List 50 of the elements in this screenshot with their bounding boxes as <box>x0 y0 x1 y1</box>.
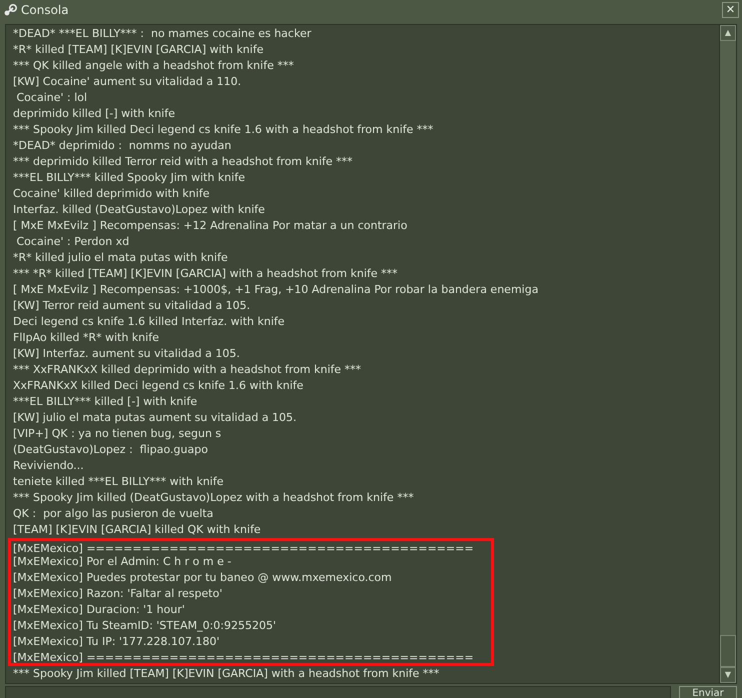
console-line: [KW] Interfaz. aument su vitalidad a 105. <box>12 346 241 362</box>
console-line: *** *R* killed [TEAM] [K]EVIN [GARCIA] with a headshot from knife *** <box>12 266 399 282</box>
submit-button[interactable]: Enviar <box>679 686 737 698</box>
scrollbar-thumb[interactable] <box>720 635 736 667</box>
console-line: Deci legend cs knife 1.6 killed Interfaz. with knife <box>12 314 286 330</box>
console-line: [MxEMexico] Tu IP: '177.228.107.180' <box>8 634 494 650</box>
console-line: (DeatGustavo)Lopez : flipao.guapo <box>12 442 209 458</box>
console-line: XxFRANKxX killed Deci legend cs knife 1.6 with knife <box>12 378 304 394</box>
console-line: [KW] Cocaine' aument su vitalidad a 110. <box>12 74 242 90</box>
console-line: *** XxFRANKxX killed deprimido with a headshot from knife *** <box>12 362 362 378</box>
console-line: teniete killed ***EL BILLY*** with knife <box>12 474 224 490</box>
console-line: *** Spooky Jim killed (DeatGustavo)Lopez with a headshot from knife *** <box>12 490 415 506</box>
console-line: [MxEMexico] Duracion: '1 hour' <box>8 602 494 618</box>
scroll-up-button[interactable]: ▲ <box>720 25 736 41</box>
console-line: ***EL BILLY*** killed [-] with knife <box>12 394 198 410</box>
console-line: [TEAM] [K]EVIN [GARCIA] killed QK with knife <box>12 522 262 538</box>
console-line: [KW] julio el mata putas aument su vitalidad a 105. <box>12 410 298 426</box>
console-line: Cocaine' : Perdon xd <box>15 234 130 250</box>
console-line: [VIP+] QK : ya no tienen bug, segun s <box>12 426 222 442</box>
console-line: QK : por algo las pusieron de vuelta <box>12 506 214 522</box>
console-line: deprimido killed [-] with knife <box>12 106 176 122</box>
console-line: [MxEMexico] ========================================== <box>8 650 494 666</box>
steam-logo-icon <box>3 4 17 16</box>
scrollbar[interactable]: ▲ ▼ <box>719 25 736 683</box>
console-line: *** Spooky Jim killed [TEAM] [K]EVIN [GARCIA] with a headshot from knife *** <box>12 666 440 682</box>
console-line: Interfaz. killed (DeatGustavo)Lopez with knife <box>12 202 266 218</box>
console-line: *** QK killed angele with a headshot from knife *** <box>12 58 295 74</box>
console-line: [MxEMexico] Por el Admin: C h r o m e - <box>8 554 494 570</box>
command-input-field[interactable] <box>5 686 671 698</box>
console-line: [MxEMexico] Puedes protestar por tu baneo @ www.mxemexico.com <box>8 570 494 586</box>
window-title: Consola <box>21 4 69 16</box>
console-line: *R* killed julio el mata putas with knife <box>12 250 229 266</box>
console-line: FlIpAo killed *R* with knife <box>12 330 160 346</box>
console-line: *R* killed [TEAM] [K]EVIN [GARCIA] with knife <box>12 42 264 58</box>
console-line: *DEAD* deprimido : nomms no ayudan <box>12 138 232 154</box>
console-line: [MxEMexico] ========================================== <box>8 538 494 554</box>
console-line: Cocaine' killed deprimido with knife <box>12 186 210 202</box>
console-line: Cocaine' : lol <box>15 90 88 106</box>
close-button[interactable]: ✕ <box>722 2 739 18</box>
console-line: [ MxE MxEvilz ] Recompensas: +12 Adrenalina Por matar a un contrario <box>12 218 408 234</box>
console-line: *** Spooky Jim killed Deci legend cs knife 1.6 with a headshot from knife *** <box>12 122 434 138</box>
scroll-down-button[interactable]: ▼ <box>720 667 736 683</box>
console-line: ***EL BILLY*** killed Spooky Jim with knife <box>12 170 246 186</box>
console-line: [MxEMexico] Tu SteamID: 'STEAM_0:0:9255205' <box>8 618 494 634</box>
console-line: [MxEMexico] Razon: 'Faltar al respeto' <box>8 586 494 602</box>
console-line: [ MxE MxEvilz ] Recompensas: +1000$, +1 Frag, +10 Adrenalina Por robar la bandera enemiga <box>12 282 540 298</box>
console-line: [KW] Terror reid aument su vitalidad a 105. <box>12 298 252 314</box>
console-line: *DEAD* ***EL BILLY*** : no mames cocaine es hacker <box>12 26 312 42</box>
console-line: *** deprimido killed Terror reid with a headshot from knife *** <box>12 154 354 170</box>
console-line: Reviviendo... <box>12 458 85 474</box>
